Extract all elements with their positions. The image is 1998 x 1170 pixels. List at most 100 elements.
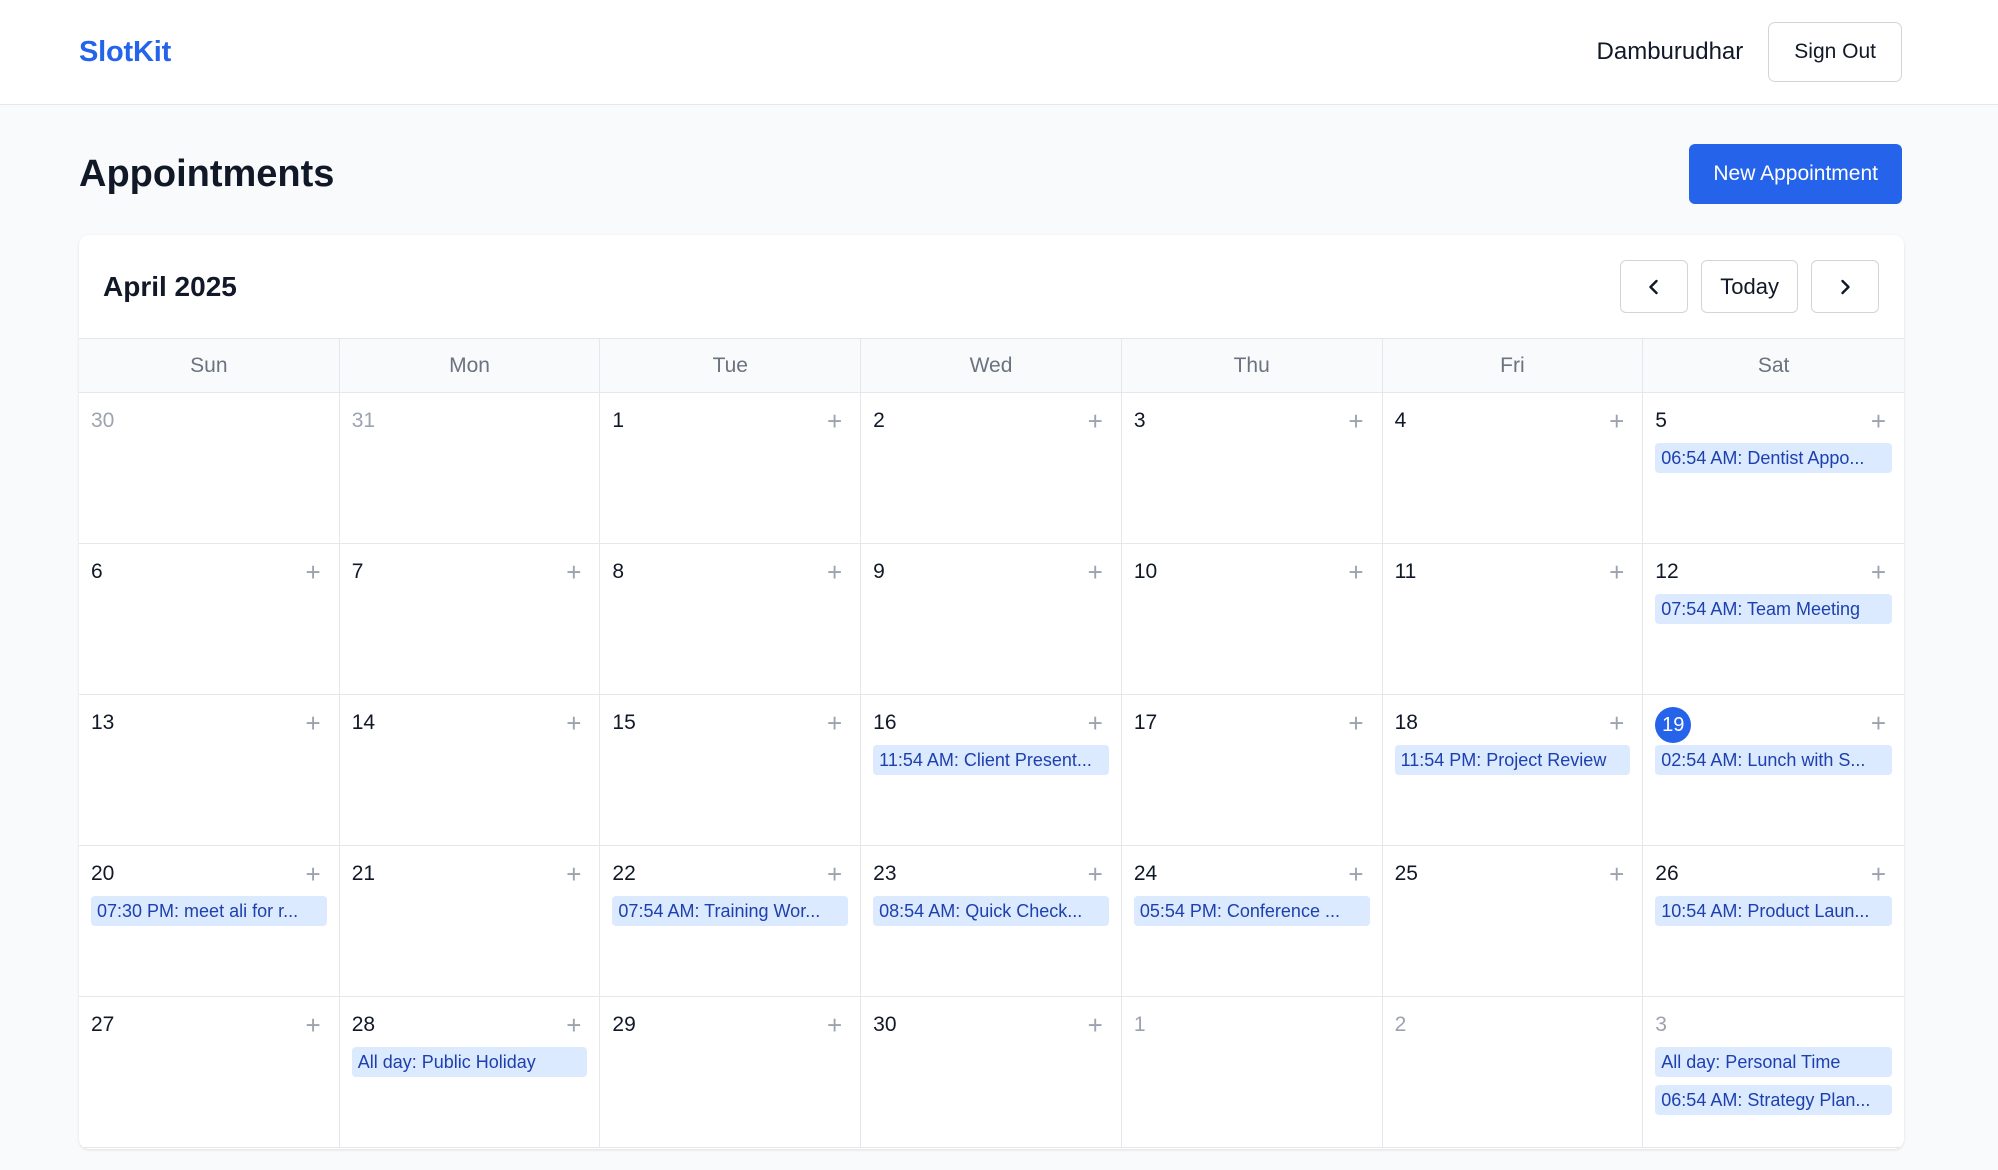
day-number: 23 xyxy=(873,862,897,885)
add-appointment-icon[interactable]: + xyxy=(1088,861,1109,887)
add-appointment-icon[interactable]: + xyxy=(1348,408,1369,434)
day-cell[interactable]: 30 xyxy=(79,393,340,544)
add-appointment-icon[interactable]: + xyxy=(566,1012,587,1038)
event-chip[interactable]: All day: Public Holiday xyxy=(351,1047,588,1077)
day-cell[interactable]: 1 + xyxy=(600,393,862,544)
day-cell[interactable]: 6 + xyxy=(79,544,340,695)
add-appointment-icon[interactable]: + xyxy=(827,861,848,887)
day-cell[interactable]: 3 All day: Personal Time 06:54 AM: Strateg… xyxy=(1643,997,1904,1148)
event-chip[interactable]: 07:30 PM: meet ali for r... xyxy=(91,896,327,926)
add-appointment-icon[interactable]: + xyxy=(1088,559,1109,585)
add-appointment-icon[interactable]: + xyxy=(1609,710,1630,736)
add-appointment-icon[interactable]: + xyxy=(1609,408,1630,434)
add-appointment-icon[interactable]: + xyxy=(827,710,848,736)
day-cell[interactable]: 15 + xyxy=(600,695,862,846)
add-appointment-icon[interactable]: + xyxy=(1871,559,1892,585)
day-cell-header: 8 + xyxy=(612,556,848,588)
day-cell[interactable]: 9 + xyxy=(861,544,1122,695)
add-appointment-icon[interactable]: + xyxy=(1348,559,1369,585)
day-cell[interactable]: 30 + xyxy=(861,997,1122,1148)
day-cell[interactable]: 17 + xyxy=(1121,695,1383,846)
day-cell[interactable]: 27 + xyxy=(79,997,340,1148)
day-cell[interactable]: 12 +07:54 AM: Team Meeting xyxy=(1643,544,1904,695)
day-cell[interactable]: 7 + xyxy=(339,544,601,695)
day-cell[interactable]: 10 + xyxy=(1121,544,1383,695)
event-chip[interactable]: 08:54 AM: Quick Check... xyxy=(873,896,1109,926)
day-cell[interactable]: 25 + xyxy=(1382,846,1644,997)
day-cell[interactable]: 24 +05:54 PM: Conference ... xyxy=(1121,846,1383,997)
day-cell[interactable]: 23 +08:54 AM: Quick Check... xyxy=(861,846,1122,997)
add-appointment-icon[interactable]: + xyxy=(1088,1012,1109,1038)
day-cell[interactable]: 5 +06:54 AM: Dentist Appo... xyxy=(1643,393,1904,544)
add-appointment-icon[interactable]: + xyxy=(306,710,327,736)
event-chip[interactable]: 07:54 AM: Training Wor... xyxy=(612,896,849,926)
new-appointment-button[interactable]: New Appointment xyxy=(1689,144,1902,204)
add-appointment-icon[interactable]: + xyxy=(1609,559,1630,585)
add-appointment-icon[interactable]: + xyxy=(1609,861,1630,887)
day-cell[interactable]: 13 + xyxy=(79,695,340,846)
add-appointment-icon[interactable]: + xyxy=(566,710,587,736)
day-cell[interactable]: 29 + xyxy=(600,997,862,1148)
add-appointment-icon[interactable]: + xyxy=(306,559,327,585)
add-appointment-icon[interactable]: + xyxy=(566,861,587,887)
add-appointment-icon[interactable]: + xyxy=(306,861,327,887)
weekday-thu: Thu xyxy=(1122,339,1383,392)
add-appointment-icon[interactable]: + xyxy=(1088,710,1109,736)
event-chip[interactable]: 05:54 PM: Conference ... xyxy=(1133,896,1370,926)
day-number: 17 xyxy=(1133,711,1158,734)
day-cell-header: 16 + xyxy=(873,707,1109,739)
prev-month-button[interactable] xyxy=(1620,260,1689,313)
next-month-button[interactable] xyxy=(1811,260,1879,313)
day-cell[interactable]: 4 + xyxy=(1382,393,1644,544)
event-chip[interactable]: 06:54 AM: Strategy Plan... xyxy=(1655,1085,1892,1115)
day-cell-header: 27 + xyxy=(91,1009,327,1041)
day-cell[interactable]: 22 +07:54 AM: Training Wor... xyxy=(600,846,862,997)
day-cell[interactable]: 8 + xyxy=(600,544,862,695)
day-cell[interactable]: 19 +02:54 AM: Lunch with S... xyxy=(1643,695,1904,846)
day-cell[interactable]: 3 + xyxy=(1121,393,1383,544)
event-chip[interactable]: 11:54 AM: Client Present... xyxy=(873,745,1109,775)
add-appointment-icon[interactable]: + xyxy=(1871,861,1892,887)
add-appointment-icon[interactable]: + xyxy=(1088,408,1109,434)
chevron-right-icon xyxy=(1841,279,1850,294)
day-cell[interactable]: 31 xyxy=(339,393,601,544)
event-chip[interactable]: 07:54 AM: Team Meeting xyxy=(1655,594,1892,624)
add-appointment-icon[interactable]: + xyxy=(827,1012,848,1038)
add-appointment-icon[interactable]: + xyxy=(1871,710,1892,736)
month-label: April 2025 xyxy=(103,270,237,302)
day-cell-header: 11 + xyxy=(1395,556,1631,588)
day-cell[interactable]: 2 xyxy=(1382,997,1644,1148)
day-cell[interactable]: 26 +10:54 AM: Product Laun... xyxy=(1643,846,1904,997)
day-cell[interactable]: 2 + xyxy=(861,393,1122,544)
day-cell[interactable]: 1 xyxy=(1121,997,1383,1148)
add-appointment-icon[interactable]: + xyxy=(1348,861,1369,887)
day-cell[interactable]: 20 +07:30 PM: meet ali for r... xyxy=(79,846,340,997)
add-appointment-icon[interactable]: + xyxy=(306,1012,327,1038)
add-appointment-icon[interactable]: + xyxy=(1348,710,1369,736)
day-number: 29 xyxy=(612,1013,636,1036)
event-chip[interactable]: All day: Personal Time xyxy=(1655,1047,1892,1077)
day-number: 9 xyxy=(873,560,885,583)
add-appointment-icon[interactable]: + xyxy=(566,559,587,585)
day-cell[interactable]: 18 +11:54 PM: Project Review xyxy=(1382,695,1644,846)
day-number: 6 xyxy=(91,560,103,583)
brand-logo[interactable]: SlotKit xyxy=(79,36,171,69)
today-button[interactable]: Today xyxy=(1701,260,1798,313)
event-chip[interactable]: 11:54 PM: Project Review xyxy=(1394,745,1631,775)
event-chip[interactable]: 02:54 AM: Lunch with S... xyxy=(1655,745,1892,775)
day-cell[interactable]: 21 + xyxy=(339,846,601,997)
day-cell[interactable]: 11 + xyxy=(1382,544,1644,695)
day-cell[interactable]: 14 + xyxy=(339,695,601,846)
add-appointment-icon[interactable]: + xyxy=(827,408,848,434)
event-chip[interactable]: 10:54 AM: Product Laun... xyxy=(1655,896,1892,926)
day-cell[interactable]: 28 + All day: Public Holiday xyxy=(339,997,601,1148)
add-appointment-icon[interactable]: + xyxy=(1871,408,1892,434)
event-chip[interactable]: 06:54 AM: Dentist Appo... xyxy=(1655,443,1892,473)
calendar-nav: Today xyxy=(1620,260,1879,313)
day-cell[interactable]: 16 + 11:54 AM: Client Present... xyxy=(861,695,1122,846)
day-number: 5 xyxy=(1655,409,1667,432)
day-cell-header: 6 + xyxy=(91,556,327,588)
day-cell-header: 1 + xyxy=(612,405,848,437)
sign-out-button[interactable]: Sign Out xyxy=(1768,22,1902,82)
add-appointment-icon[interactable]: + xyxy=(827,559,848,585)
